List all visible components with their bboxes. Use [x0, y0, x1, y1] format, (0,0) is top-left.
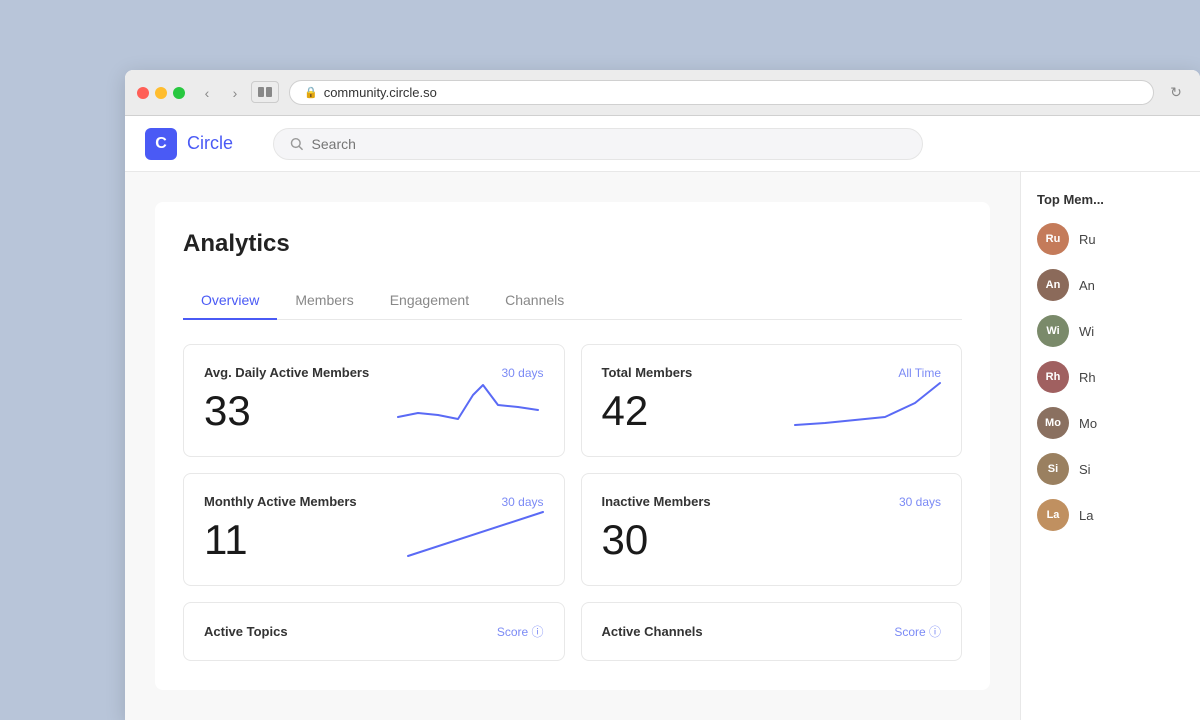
- member-name: La: [1079, 508, 1093, 523]
- member-name: Rh: [1079, 370, 1096, 385]
- member-item: Wi Wi: [1037, 315, 1184, 347]
- stat-card-total-members: Total Members All Time 42: [581, 344, 963, 457]
- avatar: Mo: [1037, 407, 1069, 439]
- app-content: C Circle Analytics: [125, 116, 1200, 720]
- address-bar[interactable]: 🔒 community.circle.so: [289, 80, 1154, 105]
- reload-button[interactable]: ↻: [1164, 81, 1188, 105]
- browser-window: ‹ › 🔒 community.circle.so ↻ C Circl: [125, 70, 1200, 720]
- brand-letter: C: [155, 135, 167, 153]
- score-label: Score ⓘ: [497, 623, 544, 640]
- tab-channels[interactable]: Channels: [487, 282, 582, 320]
- brand-name: Circle: [187, 133, 233, 154]
- top-nav: C Circle: [125, 116, 1200, 172]
- member-item: An An: [1037, 269, 1184, 301]
- tab-members[interactable]: Members: [277, 282, 371, 320]
- browser-chrome: ‹ › 🔒 community.circle.so ↻: [125, 70, 1200, 116]
- search-bar[interactable]: [273, 128, 923, 160]
- stats-grid: Avg. Daily Active Members 30 days 33: [183, 344, 962, 586]
- member-name: An: [1079, 278, 1095, 293]
- member-name: Ru: [1079, 232, 1096, 247]
- nav-buttons: ‹ ›: [195, 81, 279, 105]
- brand-logo: C: [145, 128, 177, 160]
- score-card-channels: Active Channels Score ⓘ: [581, 602, 963, 661]
- tab-view-button[interactable]: [251, 81, 279, 103]
- search-input[interactable]: [312, 136, 906, 152]
- lock-icon: 🔒: [304, 86, 318, 99]
- score-card-topics: Active Topics Score ⓘ: [183, 602, 565, 661]
- member-name: Mo: [1079, 416, 1097, 431]
- stat-chart: [388, 504, 548, 569]
- page-title: Analytics: [183, 230, 962, 258]
- analytics-page: Analytics Overview Members Engagement Ch…: [155, 202, 990, 690]
- page-content: Analytics Overview Members Engagement Ch…: [125, 172, 1020, 720]
- sidebar-title: Top Mem...: [1037, 192, 1184, 207]
- desktop: ‹ › 🔒 community.circle.so ↻ C Circl: [0, 0, 1200, 720]
- score-header: Active Channels Score ⓘ: [602, 623, 942, 640]
- stat-period: 30 days: [899, 495, 941, 509]
- stat-header: Inactive Members 30 days: [602, 494, 942, 509]
- forward-button[interactable]: ›: [223, 81, 247, 105]
- stat-label: Inactive Members: [602, 494, 711, 509]
- stat-label: Total Members: [602, 365, 693, 380]
- minimize-button[interactable]: [155, 87, 167, 99]
- tab-engagement[interactable]: Engagement: [372, 282, 487, 320]
- stat-label: Avg. Daily Active Members: [204, 365, 369, 380]
- right-sidebar: Top Mem... Ru Ru An An Wi Wi Rh: [1020, 172, 1200, 720]
- stat-label: Active Topics: [204, 624, 288, 639]
- member-item: Ru Ru: [1037, 223, 1184, 255]
- score-label: Score ⓘ: [894, 623, 941, 640]
- tab-overview[interactable]: Overview: [183, 282, 277, 320]
- member-item: Si Si: [1037, 453, 1184, 485]
- score-header: Active Topics Score ⓘ: [204, 623, 544, 640]
- avatar: Wi: [1037, 315, 1069, 347]
- avatar: An: [1037, 269, 1069, 301]
- avatar: Ru: [1037, 223, 1069, 255]
- url-text: community.circle.so: [324, 85, 437, 100]
- search-icon: [290, 137, 304, 151]
- analytics-tabs: Overview Members Engagement Channels: [183, 282, 962, 320]
- brand: C Circle: [145, 128, 233, 160]
- stat-value: 30: [602, 519, 942, 561]
- avatar: Si: [1037, 453, 1069, 485]
- stat-card-avg-daily: Avg. Daily Active Members 30 days 33: [183, 344, 565, 457]
- back-button[interactable]: ‹: [195, 81, 219, 105]
- stat-chart: [388, 375, 548, 440]
- member-item: Mo Mo: [1037, 407, 1184, 439]
- member-item: Rh Rh: [1037, 361, 1184, 393]
- avatar: La: [1037, 499, 1069, 531]
- maximize-button[interactable]: [173, 87, 185, 99]
- close-button[interactable]: [137, 87, 149, 99]
- main-area: Analytics Overview Members Engagement Ch…: [125, 172, 1200, 720]
- stat-card-inactive-members: Inactive Members 30 days 30: [581, 473, 963, 586]
- member-name: Wi: [1079, 324, 1094, 339]
- bottom-row: Active Topics Score ⓘ Active Channels Sc…: [183, 602, 962, 661]
- traffic-lights: [137, 87, 185, 99]
- stat-label: Active Channels: [602, 624, 703, 639]
- member-item: La La: [1037, 499, 1184, 531]
- stat-chart: [785, 375, 945, 440]
- stat-label: Monthly Active Members: [204, 494, 357, 509]
- avatar: Rh: [1037, 361, 1069, 393]
- stat-card-monthly-active: Monthly Active Members 30 days 11: [183, 473, 565, 586]
- member-name: Si: [1079, 462, 1091, 477]
